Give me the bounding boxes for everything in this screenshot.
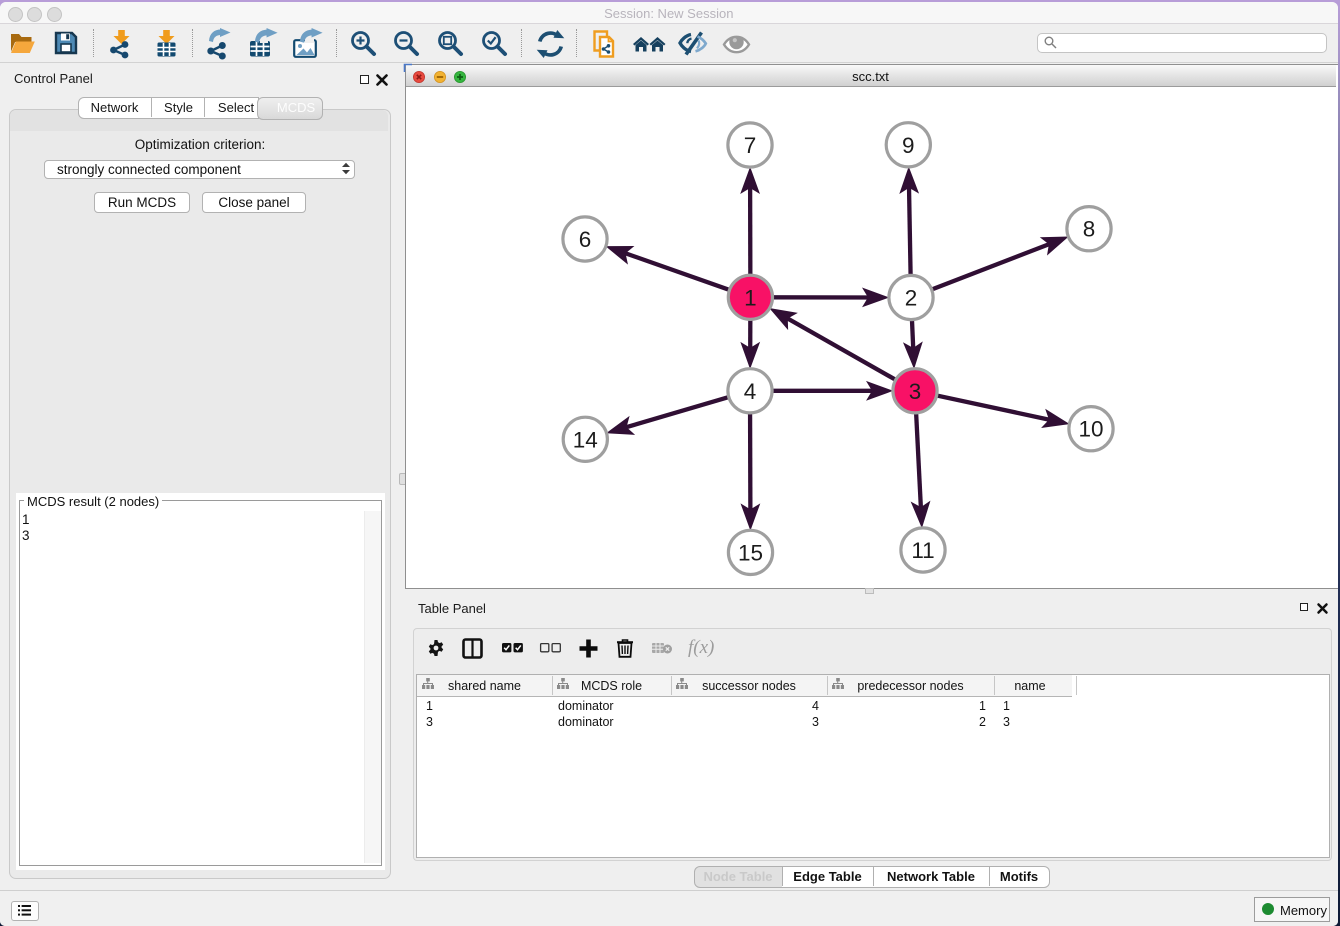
svg-text:1: 1 [744, 285, 757, 310]
svg-text:10: 10 [1078, 417, 1103, 442]
svg-text:3: 3 [909, 379, 922, 404]
svg-text:6: 6 [579, 227, 592, 252]
svg-text:2: 2 [905, 286, 918, 311]
svg-text:15: 15 [738, 540, 763, 565]
svg-text:4: 4 [744, 379, 757, 404]
svg-text:11: 11 [911, 538, 934, 563]
svg-text:8: 8 [1083, 217, 1096, 242]
svg-text:14: 14 [573, 427, 598, 452]
svg-text:7: 7 [744, 133, 757, 158]
svg-text:9: 9 [902, 133, 915, 158]
